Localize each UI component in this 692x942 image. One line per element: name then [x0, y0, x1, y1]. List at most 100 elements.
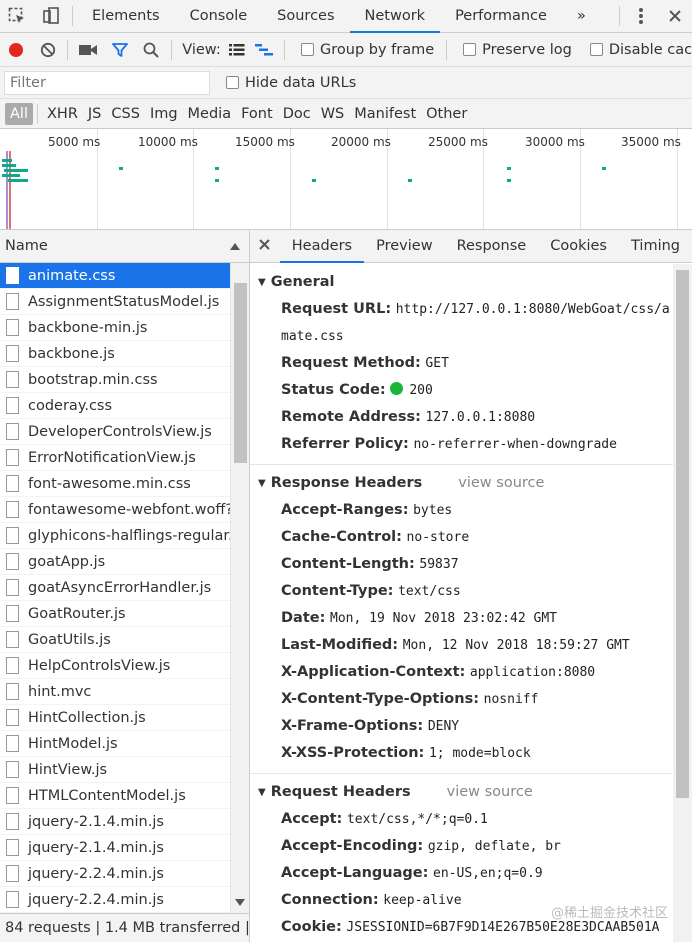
device-toolbar-icon[interactable]	[34, 0, 68, 33]
tab-preview[interactable]: Preview	[364, 230, 444, 263]
tab-cookies[interactable]: Cookies	[538, 230, 619, 263]
request-list-scrollbar[interactable]	[230, 263, 249, 913]
preserve-log-checkbox[interactable]	[463, 43, 477, 56]
request-row[interactable]: coderay.css	[0, 393, 230, 419]
scrollbar-thumb[interactable]	[234, 283, 247, 463]
scroll-down-arrow-icon[interactable]	[235, 899, 245, 907]
general-section-header[interactable]: ▼ General	[250, 268, 673, 296]
request-row[interactable]: glyphicons-halflings-regular.w	[0, 523, 230, 549]
request-row[interactable]: HTMLContentModel.js	[0, 783, 230, 809]
request-row[interactable]: fontawesome-webfont.woff?v.	[0, 497, 230, 523]
request-row[interactable]: GoatUtils.js	[0, 627, 230, 653]
request-row[interactable]: HintModel.js	[0, 731, 230, 757]
capture-screenshots-icon[interactable]	[72, 33, 104, 67]
tab-network[interactable]: Network	[349, 0, 441, 33]
response-headers-section-header[interactable]: ▼ Response Headers view source	[250, 469, 673, 497]
view-source-link[interactable]: view source	[447, 784, 533, 800]
close-detail-icon[interactable]	[250, 238, 280, 254]
file-icon	[6, 579, 19, 596]
tab-performance[interactable]: Performance	[440, 0, 562, 33]
type-filter-xhr[interactable]: XHR	[42, 103, 83, 125]
request-name: DeveloperControlsView.js	[28, 423, 212, 440]
tab-sources[interactable]: Sources	[262, 0, 349, 33]
request-row[interactable]: backbone.js	[0, 341, 230, 367]
separator	[67, 39, 69, 60]
request-row[interactable]: HintView.js	[0, 757, 230, 783]
request-row[interactable]: font-awesome.min.css	[0, 471, 230, 497]
type-filter-manifest[interactable]: Manifest	[349, 103, 421, 125]
request-row[interactable]: ErrorNotificationView.js	[0, 445, 230, 471]
file-icon	[6, 553, 19, 570]
header-key: Accept-Ranges:	[281, 502, 409, 518]
view-source-link[interactable]: view source	[458, 475, 544, 491]
request-row[interactable]: bootstrap.min.css	[0, 367, 230, 393]
request-list[interactable]: animate.css AssignmentStatusModel.js backb…	[0, 263, 230, 913]
type-filter-css[interactable]: CSS	[106, 103, 145, 125]
expand-triangle-icon[interactable]: ▼	[258, 277, 266, 288]
tab-timing[interactable]: Timing	[619, 230, 692, 263]
request-row[interactable]: jquery-2.2.4.min.js	[0, 887, 230, 913]
request-name: goatApp.js	[28, 553, 106, 570]
file-icon	[6, 787, 19, 804]
request-row[interactable]: jquery-2.1.4.min.js	[0, 835, 230, 861]
type-filter-doc[interactable]: Doc	[278, 103, 316, 125]
file-icon	[6, 657, 19, 674]
request-row[interactable]: GoatRouter.js	[0, 601, 230, 627]
type-filter-ws[interactable]: WS	[316, 103, 350, 125]
request-row[interactable]: animate.css	[0, 263, 230, 289]
filter-input[interactable]	[4, 70, 210, 95]
group-by-frame-checkbox[interactable]	[301, 43, 315, 56]
type-filter-img[interactable]: Img	[145, 103, 183, 125]
tab-console[interactable]: Console	[175, 0, 263, 33]
type-filter-other[interactable]: Other	[421, 103, 472, 125]
request-list-header[interactable]: Name	[0, 230, 249, 263]
search-icon[interactable]	[136, 33, 168, 67]
request-name: coderay.css	[28, 397, 113, 414]
tab-response[interactable]: Response	[445, 230, 539, 263]
header-key: Last-Modified:	[281, 637, 399, 653]
more-tabs-button[interactable]: »	[562, 0, 601, 33]
more-options-icon[interactable]	[624, 0, 658, 33]
headers-panel-scrollbar[interactable]	[673, 264, 692, 942]
filter-icon[interactable]	[104, 33, 136, 67]
request-row[interactable]: HintCollection.js	[0, 705, 230, 731]
request-row[interactable]: goatAsyncErrorHandler.js	[0, 575, 230, 601]
request-row[interactable]: AssignmentStatusModel.js	[0, 289, 230, 315]
request-row[interactable]: DeveloperControlsView.js	[0, 419, 230, 445]
disable-cache-checkbox[interactable]	[589, 43, 603, 56]
devtools-tab-bar: Elements Console Sources Network Perform…	[0, 0, 692, 33]
request-row[interactable]: goatApp.js	[0, 549, 230, 575]
waterfall-overview-icon[interactable]	[248, 33, 280, 67]
file-icon	[6, 631, 19, 648]
request-name: HintModel.js	[28, 735, 118, 752]
tab-headers[interactable]: Headers	[279, 230, 365, 263]
hide-data-urls-checkbox[interactable]	[226, 76, 239, 89]
separator	[171, 39, 173, 60]
timeline-overview[interactable]: 5000 ms 10000 ms 15000 ms 20000 ms 25000…	[0, 129, 692, 230]
header-value: 127.0.0.1:8080	[425, 410, 536, 425]
expand-triangle-icon[interactable]: ▼	[258, 787, 266, 798]
sort-ascending-icon[interactable]	[229, 241, 241, 251]
name-column-header[interactable]: Name	[5, 238, 48, 254]
type-filter-all[interactable]: All	[5, 102, 33, 125]
request-row[interactable]: hint.mvc	[0, 679, 230, 705]
inspect-element-icon[interactable]	[0, 0, 34, 33]
record-button[interactable]	[0, 33, 32, 67]
expand-triangle-icon[interactable]: ▼	[258, 478, 266, 489]
request-headers-section-header[interactable]: ▼ Request Headers view source	[250, 778, 673, 806]
tab-elements[interactable]: Elements	[77, 0, 175, 33]
type-filter-js[interactable]: JS	[83, 103, 106, 125]
close-devtools-icon[interactable]	[658, 0, 692, 33]
type-filter-media[interactable]: Media	[183, 103, 237, 125]
clear-icon[interactable]	[32, 33, 64, 67]
status-code-row: Status Code: 200	[250, 377, 673, 404]
request-row[interactable]: jquery-2.1.4.min.js	[0, 809, 230, 835]
timeline-tick-label: 30000 ms	[525, 135, 585, 149]
header-value: GET	[425, 356, 449, 371]
request-row[interactable]: HelpControlsView.js	[0, 653, 230, 679]
request-row[interactable]: jquery-2.2.4.min.js	[0, 861, 230, 887]
header-value: no-referrer-when-downgrade	[413, 437, 617, 452]
request-row[interactable]: backbone-min.js	[0, 315, 230, 341]
scrollbar-thumb[interactable]	[676, 270, 689, 798]
type-filter-font[interactable]: Font	[236, 103, 278, 125]
